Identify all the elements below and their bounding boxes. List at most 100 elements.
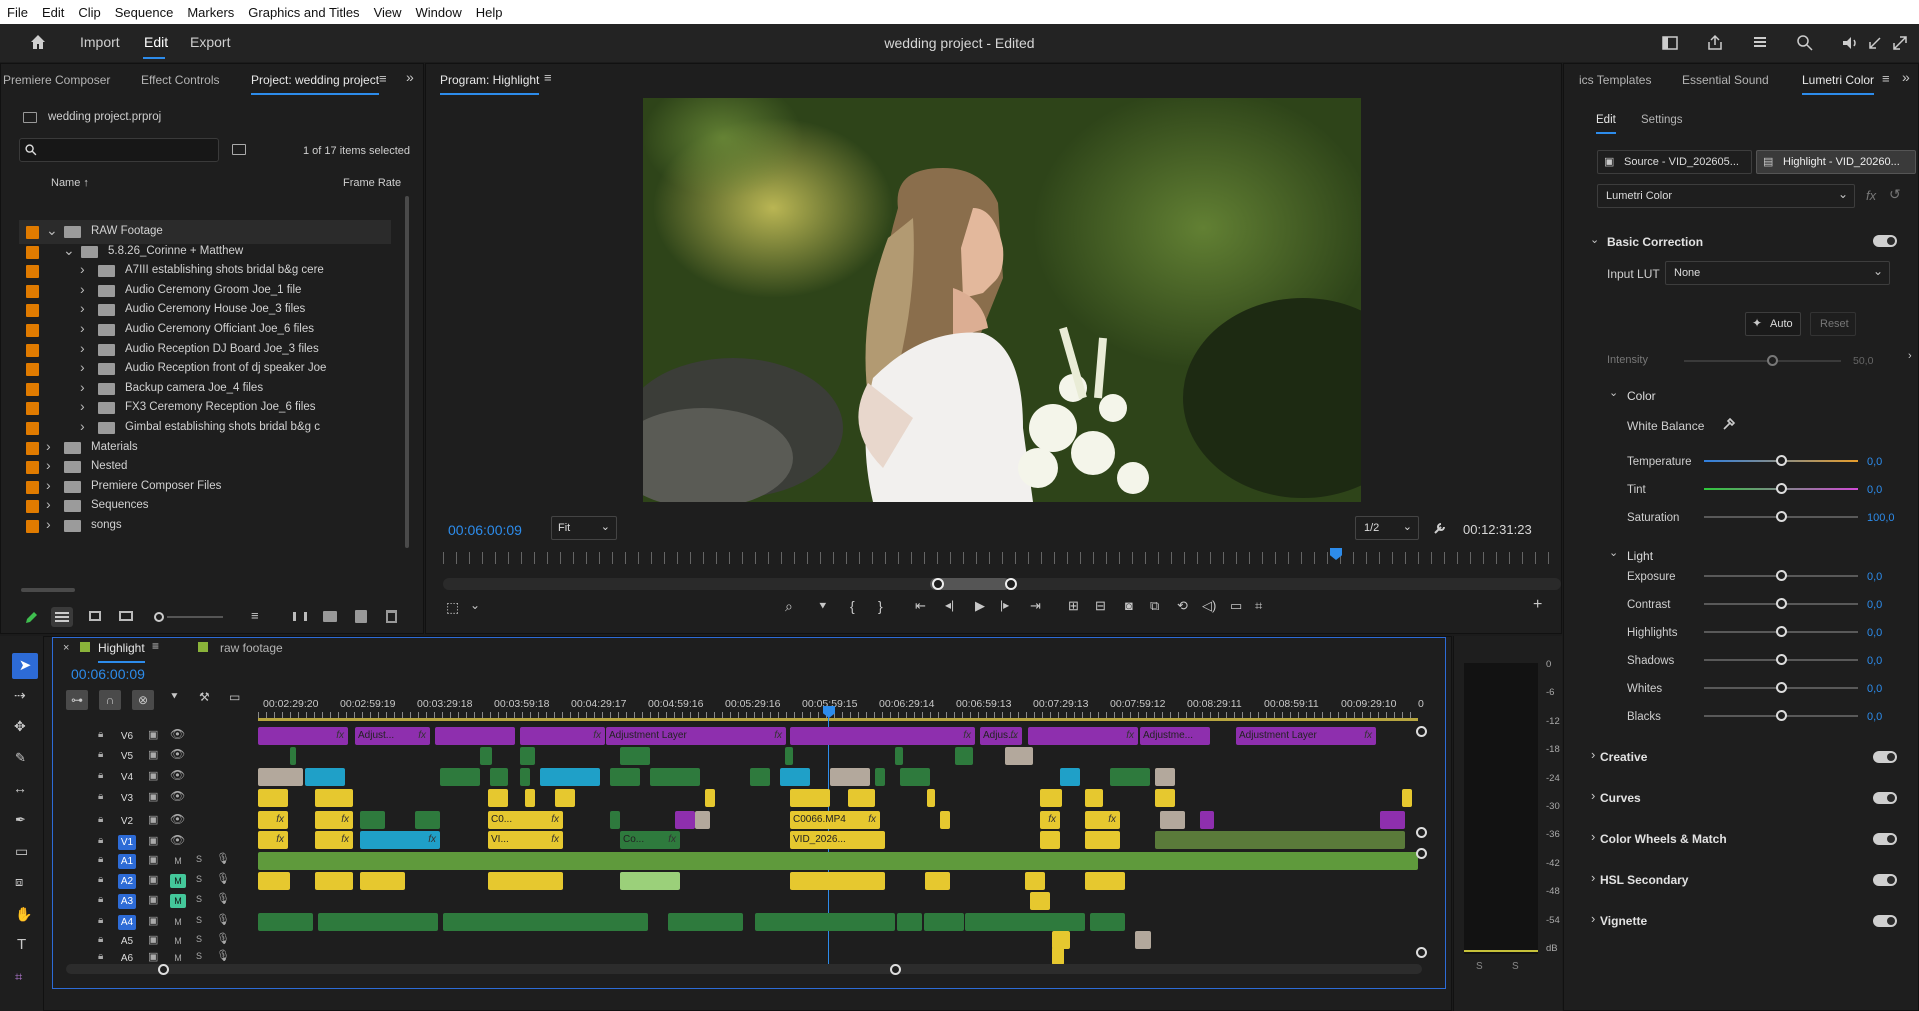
eye-icon[interactable]: 👁︎ [170,789,185,803]
auto-button[interactable]: ✦ Auto [1745,312,1801,336]
clip-video[interactable] [305,768,345,786]
clip-video[interactable] [875,768,885,786]
chevron-right-icon[interactable]: › [80,398,85,414]
toggle-sync-icon[interactable]: ▣ [148,893,158,906]
type-tool-icon[interactable]: T [17,936,26,953]
toggle-sync-icon[interactable]: ▣ [148,834,158,847]
subtab-settings[interactable]: Settings [1641,114,1683,126]
chevron-right-icon[interactable]: › [80,320,85,336]
intensity-knob[interactable] [1767,355,1778,366]
toggle-sync-icon[interactable]: ▣ [148,933,158,946]
pencil-icon[interactable] [23,610,39,626]
clip-adjustment[interactable]: Adjust... fx [355,727,430,745]
label-color-swatch[interactable] [26,343,39,357]
track-label[interactable]: V5 [118,749,136,764]
toggle-sync-icon[interactable]: ▣ [148,748,158,761]
clip-video[interactable] [927,789,935,807]
menu-sequence[interactable]: Sequence [108,5,181,20]
chevron-right-icon[interactable]: › [46,438,51,454]
track-label[interactable]: A3 [118,894,136,909]
clip-audio[interactable] [258,852,1418,870]
clip-video[interactable] [955,747,973,765]
clip-video[interactable] [1380,811,1405,829]
mute-button[interactable]: M [170,894,186,908]
multi-camera-icon[interactable]: ⌗ [1255,598,1262,614]
clip-video[interactable] [1155,831,1405,849]
shadows-value[interactable]: 0,0 [1867,655,1882,667]
clip-video[interactable]: fx [258,811,288,829]
column-frame-rate[interactable]: Frame Rate [343,177,401,189]
clip-audio[interactable] [488,872,563,890]
lift-icon[interactable]: ⊞ [1068,598,1079,614]
clip-video[interactable] [855,789,875,807]
clip-video[interactable] [258,789,288,807]
share-icon[interactable] [1705,33,1725,53]
timeline-hscroll-right[interactable] [890,964,901,975]
workspace-icon[interactable] [1660,33,1680,53]
toggle-sync-icon[interactable]: ▣ [148,813,158,826]
clip-adjustment[interactable]: Adjus... fx [980,727,1022,745]
creative-toggle[interactable] [1873,751,1897,763]
linked-selection-icon[interactable]: ⊗ [132,690,154,710]
eye-icon[interactable]: 👁︎ [170,812,185,826]
icon-view-icon[interactable] [89,611,101,621]
clip-video[interactable] [1005,747,1033,765]
panel-overflow-icon[interactable]: » [1902,69,1910,85]
track-label[interactable]: V4 [118,770,136,785]
toggle-sync-icon[interactable]: ▣ [148,950,158,963]
label-color-swatch[interactable] [26,500,39,514]
vr-icon[interactable]: ⟲ [1177,598,1188,614]
menu-window[interactable]: Window [409,5,469,20]
tint-value[interactable]: 0,0 [1867,484,1882,496]
sort-icon[interactable]: ≡ [251,608,259,623]
zoom-handle-right[interactable] [1005,578,1017,590]
clip-video[interactable] [830,768,870,786]
resolution-dropdown[interactable]: 1/2 ⌄ [1355,516,1419,540]
highlights-value[interactable]: 0,0 [1867,627,1882,639]
clip-video[interactable] [315,789,353,807]
blacks-value[interactable]: 0,0 [1867,711,1882,723]
chevron-right-icon[interactable]: › [80,261,85,277]
tint-knob[interactable] [1776,483,1787,494]
clip-audio[interactable] [965,913,1085,931]
section-color-wheels-match[interactable]: Color Wheels & Match [1600,832,1727,846]
toggle-sync-icon[interactable]: ▣ [148,790,158,803]
exposure-value[interactable]: 0,0 [1867,571,1882,583]
chevron-down-icon[interactable]: ⌄ [1609,546,1618,559]
panel-menu-icon[interactable]: ≡ [379,71,387,86]
chevron-right-icon[interactable]: › [46,477,51,493]
solo-button[interactable]: S [196,951,202,961]
clip-video[interactable] [360,811,385,829]
color-wheels-match-toggle[interactable] [1873,833,1897,845]
clip-video[interactable] [440,768,480,786]
chevron-right-icon[interactable]: › [1591,911,1595,926]
panel-overflow-icon[interactable]: » [406,69,414,85]
meter-solo-right[interactable]: S [1512,961,1519,972]
slip-tool-icon[interactable]: ↔ [13,780,27,796]
go-to-in-icon[interactable]: ⇤ [915,598,926,614]
add-marker-icon[interactable]: ⯆ [170,691,179,704]
solo-button[interactable]: S [196,854,202,864]
nest-icon[interactable]: ⊶ [66,690,88,710]
clip-video[interactable] [675,811,695,829]
clip-video[interactable]: C0... fx [488,811,563,829]
track-label[interactable]: A4 [118,915,136,930]
contrast-value[interactable]: 0,0 [1867,599,1882,611]
clip-audio[interactable] [258,913,313,931]
clip-video[interactable]: fx [315,831,353,849]
menu-graphics-and-titles[interactable]: Graphics and Titles [241,5,366,20]
clip-audio[interactable] [258,872,290,890]
track-label[interactable]: A5 [118,934,136,949]
clip-adjustment[interactable]: fx [258,727,348,745]
clip-video[interactable] [1160,811,1185,829]
chevron-down-icon[interactable]: ⌄ [46,222,58,239]
chevron-down-icon[interactable]: ⌄ [470,598,480,612]
reset-effect-icon[interactable]: ↺ [1889,186,1901,203]
clip-video[interactable] [610,811,620,829]
zoom-slider-track[interactable] [167,616,223,618]
label-color-swatch[interactable] [26,226,39,239]
tab-program[interactable]: Program: Highlight [440,73,540,95]
clip-audio[interactable] [315,872,353,890]
menu-view[interactable]: View [367,5,409,20]
clip-audio[interactable] [924,913,964,931]
